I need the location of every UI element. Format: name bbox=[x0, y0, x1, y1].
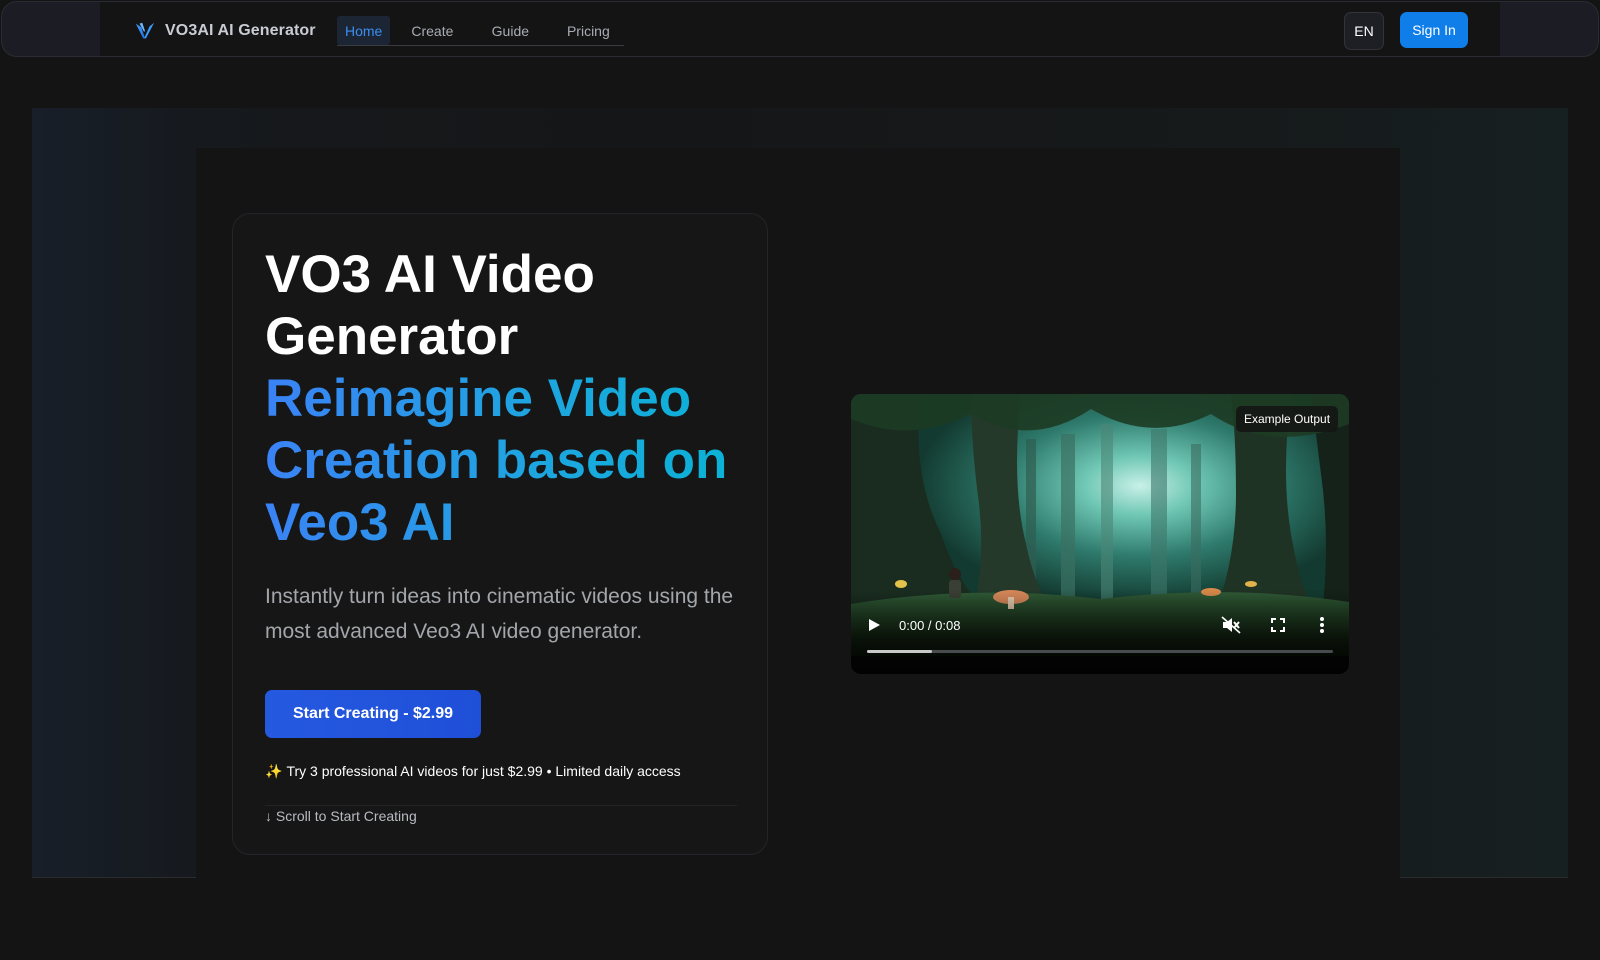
hero-description: Instantly turn ideas into cinematic vide… bbox=[265, 585, 734, 643]
hero-subtitle-line-3: Veo3 AI bbox=[265, 492, 745, 554]
main-nav: Home Create Guide Pricing bbox=[337, 16, 625, 46]
more-vertical-icon[interactable] bbox=[1319, 616, 1325, 634]
example-output-badge: Example Output bbox=[1236, 406, 1339, 432]
brand-logo-icon bbox=[135, 22, 155, 39]
trial-note-text: Try 3 professional AI videos for just $2… bbox=[286, 763, 681, 779]
brand-home-link[interactable]: VO3AI AI Generator bbox=[134, 19, 316, 43]
top-header: VO3AI AI Generator Home Create Guide Pri… bbox=[1, 1, 1599, 57]
hero-title-line-2: Generator bbox=[265, 307, 519, 366]
sign-in-button[interactable]: Sign In bbox=[1400, 12, 1468, 48]
nav-home[interactable]: Home bbox=[337, 16, 391, 45]
video-progress-bar[interactable] bbox=[867, 650, 1333, 653]
sparkles-icon: ✨ bbox=[265, 763, 283, 779]
language-selector-button[interactable]: EN bbox=[1344, 12, 1384, 50]
play-icon[interactable] bbox=[867, 618, 881, 632]
trial-note: ✨ Try 3 professional AI videos for just $… bbox=[265, 763, 681, 780]
nav-create[interactable]: Create bbox=[396, 16, 468, 45]
brand-name: VO3AI AI Generator bbox=[165, 22, 316, 39]
scroll-to-create-link[interactable]: ↓ Scroll to Start Creating bbox=[265, 808, 417, 824]
nav-guide[interactable]: Guide bbox=[474, 16, 546, 45]
hero-card: VO3 AI Video Generator Reimagine Video C… bbox=[232, 213, 768, 855]
divider bbox=[265, 805, 737, 806]
start-creating-button[interactable]: Start Creating - $2.99 bbox=[265, 690, 481, 738]
nav-pricing[interactable]: Pricing bbox=[552, 16, 624, 45]
video-time: 0:00 / 0:08 bbox=[899, 618, 961, 633]
hero-title: VO3 AI Video Generator Reimagine Video C… bbox=[265, 244, 745, 554]
volume-muted-icon[interactable] bbox=[1221, 616, 1241, 634]
fullscreen-icon[interactable] bbox=[1271, 618, 1285, 632]
header-inner: VO3AI AI Generator Home Create Guide Pri… bbox=[100, 2, 1500, 56]
hero-subtitle-line-1: Reimagine Video bbox=[265, 368, 745, 430]
hero-subtitle-line-2: Creation based on bbox=[265, 430, 745, 492]
video-progress-fill bbox=[867, 650, 933, 653]
hero-title-line-1: VO3 AI Video bbox=[265, 245, 595, 304]
example-video-player[interactable]: Example Output 0:00 / 0:08 bbox=[851, 394, 1349, 674]
